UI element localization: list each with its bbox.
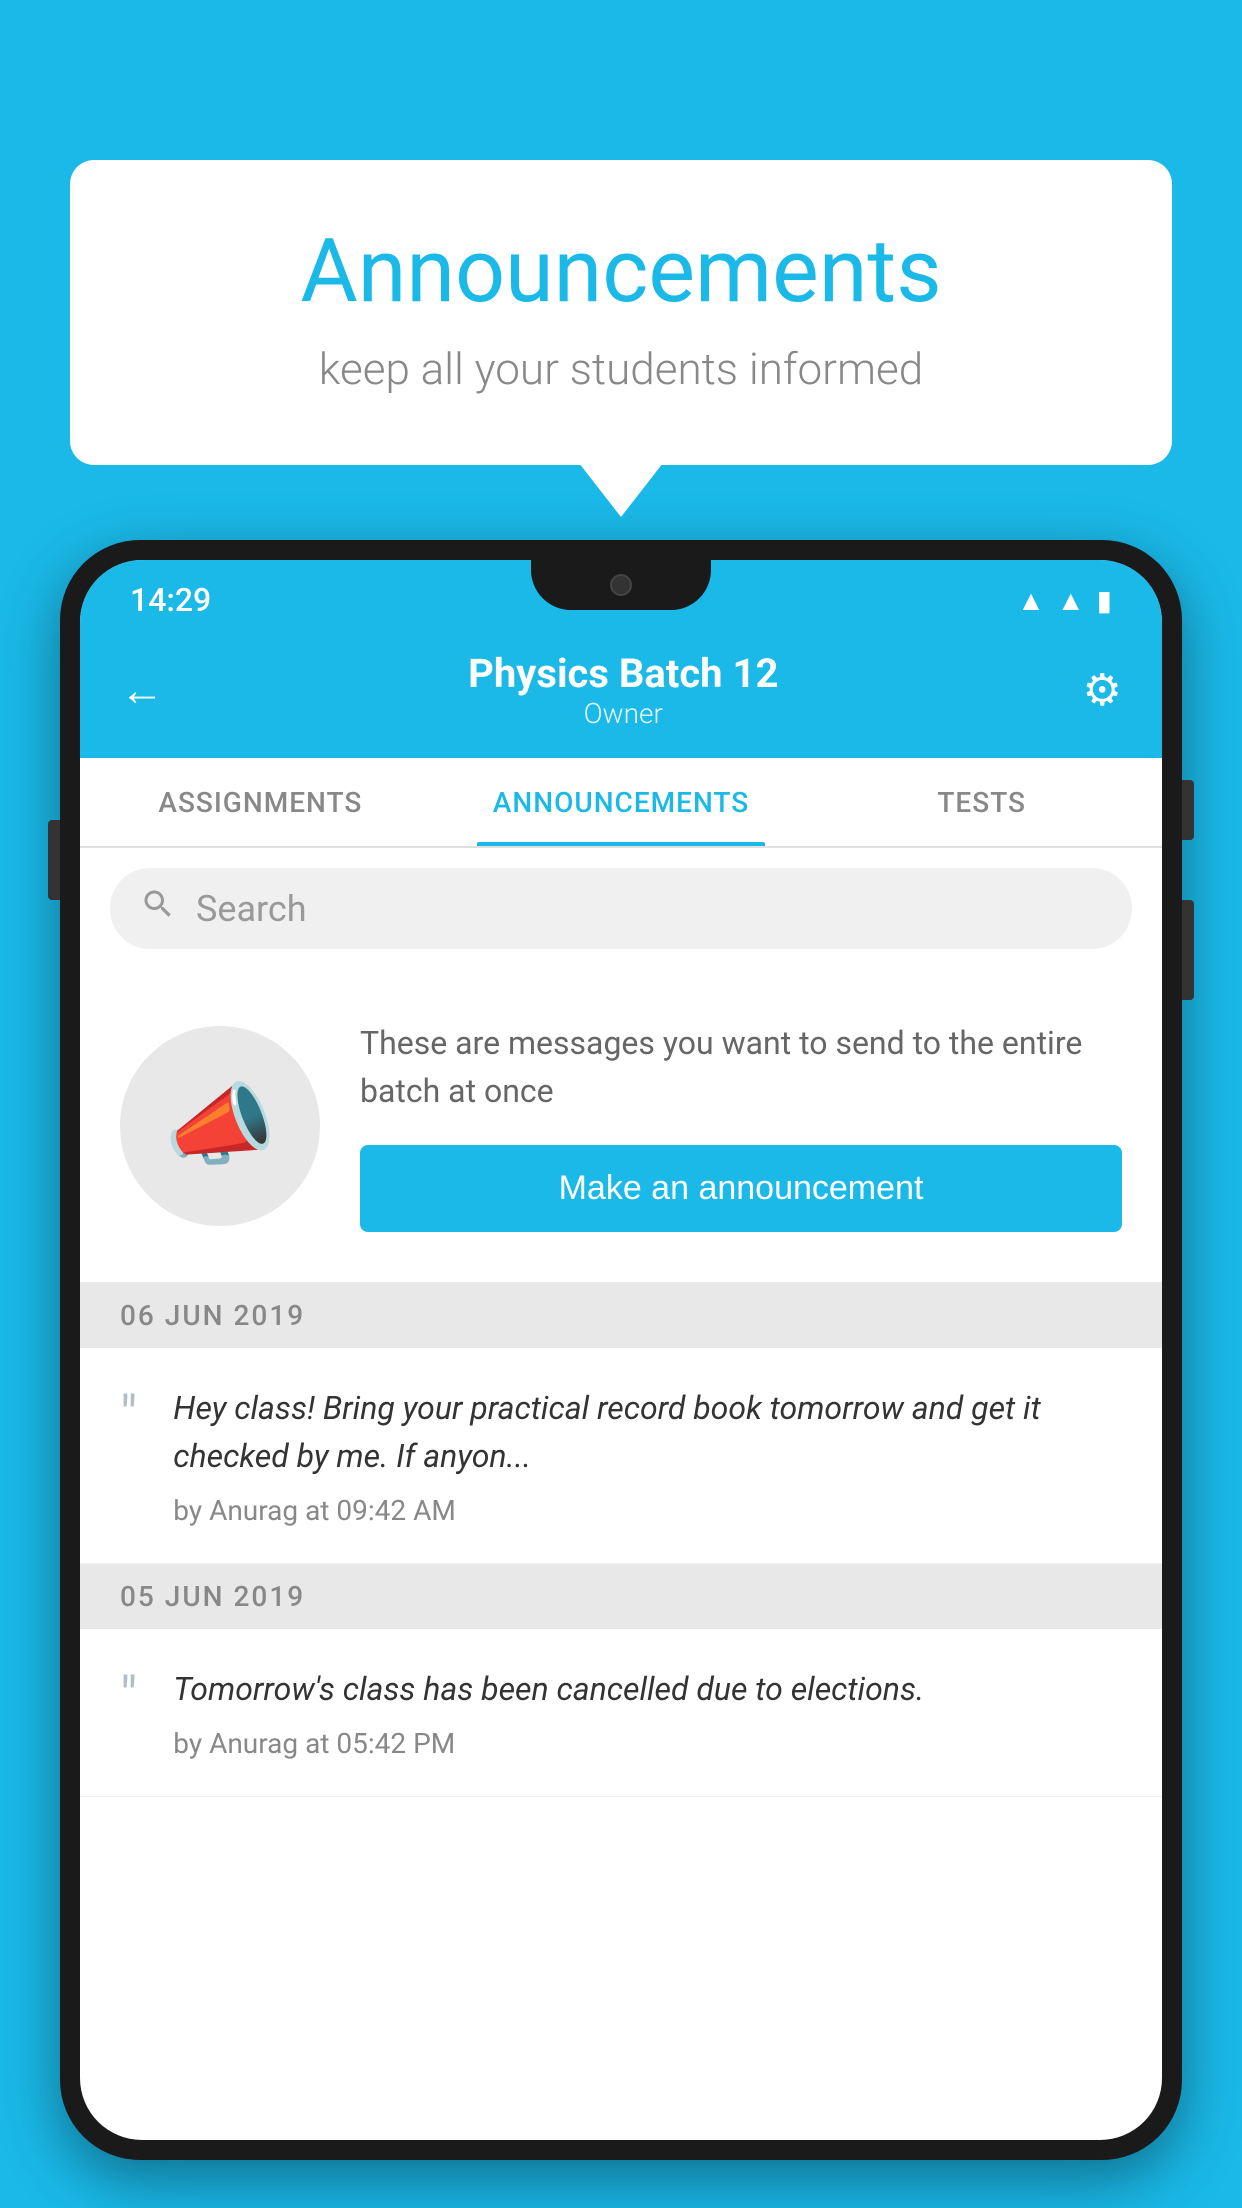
date-separator-2: 05 JUN 2019 bbox=[80, 1564, 1162, 1629]
search-input-wrapper[interactable]: Search bbox=[110, 868, 1132, 949]
bubble-subtitle: keep all your students informed bbox=[150, 343, 1092, 395]
announcement-text-2: Tomorrow's class has been cancelled due … bbox=[173, 1665, 1122, 1713]
speech-bubble-section: Announcements keep all your students inf… bbox=[70, 160, 1172, 465]
date-separator-1: 06 JUN 2019 bbox=[80, 1283, 1162, 1348]
back-button[interactable]: ← bbox=[120, 664, 164, 716]
announcement-promo: 📣 These are messages you want to send to… bbox=[80, 969, 1162, 1283]
header-subtitle: Owner bbox=[468, 697, 778, 730]
phone-container: 14:29 ▲ ▲ ▮ ← Physics Batch 12 Owner ⚙ bbox=[60, 540, 1182, 2208]
side-button-left bbox=[48, 820, 60, 900]
announcement-content-1: Hey class! Bring your practical record b… bbox=[173, 1384, 1122, 1527]
announcement-meta-2: by Anurag at 05:42 PM bbox=[173, 1727, 1122, 1760]
content-area: Search 📣 These are messages you want to … bbox=[80, 848, 1162, 1797]
quote-icon-1: " bbox=[120, 1390, 137, 1444]
quote-icon-2: " bbox=[120, 1671, 137, 1725]
signal-icon: ▲ bbox=[1057, 584, 1085, 617]
power-button bbox=[1182, 900, 1194, 1000]
wifi-icon: ▲ bbox=[1017, 584, 1045, 617]
bubble-title: Announcements bbox=[150, 220, 1092, 323]
camera-notch bbox=[610, 574, 632, 596]
promo-content: These are messages you want to send to t… bbox=[360, 1019, 1122, 1232]
app-header: ← Physics Batch 12 Owner ⚙ bbox=[80, 630, 1162, 758]
header-title: Physics Batch 12 bbox=[468, 650, 778, 697]
header-center: Physics Batch 12 Owner bbox=[468, 650, 778, 730]
announcement-meta-1: by Anurag at 09:42 AM bbox=[173, 1494, 1122, 1527]
tab-assignments[interactable]: ASSIGNMENTS bbox=[80, 758, 441, 846]
volume-button bbox=[1182, 780, 1194, 840]
search-container: Search bbox=[80, 848, 1162, 969]
status-time: 14:29 bbox=[130, 581, 211, 619]
settings-button[interactable]: ⚙ bbox=[1083, 664, 1122, 716]
tab-announcements[interactable]: ANNOUNCEMENTS bbox=[441, 758, 802, 846]
search-placeholder: Search bbox=[196, 888, 307, 930]
promo-description: These are messages you want to send to t… bbox=[360, 1019, 1122, 1115]
status-icons: ▲ ▲ ▮ bbox=[1017, 584, 1112, 617]
battery-icon: ▮ bbox=[1097, 584, 1112, 617]
announcement-item-1[interactable]: " Hey class! Bring your practical record… bbox=[80, 1348, 1162, 1564]
tabs-bar: ASSIGNMENTS ANNOUNCEMENTS TESTS bbox=[80, 758, 1162, 848]
search-icon bbox=[140, 886, 176, 931]
make-announcement-button[interactable]: Make an announcement bbox=[360, 1145, 1122, 1232]
promo-icon-circle: 📣 bbox=[120, 1026, 320, 1226]
speech-bubble-card: Announcements keep all your students inf… bbox=[70, 160, 1172, 465]
announcement-text-1: Hey class! Bring your practical record b… bbox=[173, 1384, 1122, 1480]
phone-notch bbox=[531, 560, 711, 610]
phone-screen: 14:29 ▲ ▲ ▮ ← Physics Batch 12 Owner ⚙ bbox=[80, 560, 1162, 2140]
announcement-content-2: Tomorrow's class has been cancelled due … bbox=[173, 1665, 1122, 1760]
megaphone-icon: 📣 bbox=[164, 1073, 276, 1178]
tab-tests[interactable]: TESTS bbox=[801, 758, 1162, 846]
phone-frame: 14:29 ▲ ▲ ▮ ← Physics Batch 12 Owner ⚙ bbox=[60, 540, 1182, 2160]
announcement-item-2[interactable]: " Tomorrow's class has been cancelled du… bbox=[80, 1629, 1162, 1797]
